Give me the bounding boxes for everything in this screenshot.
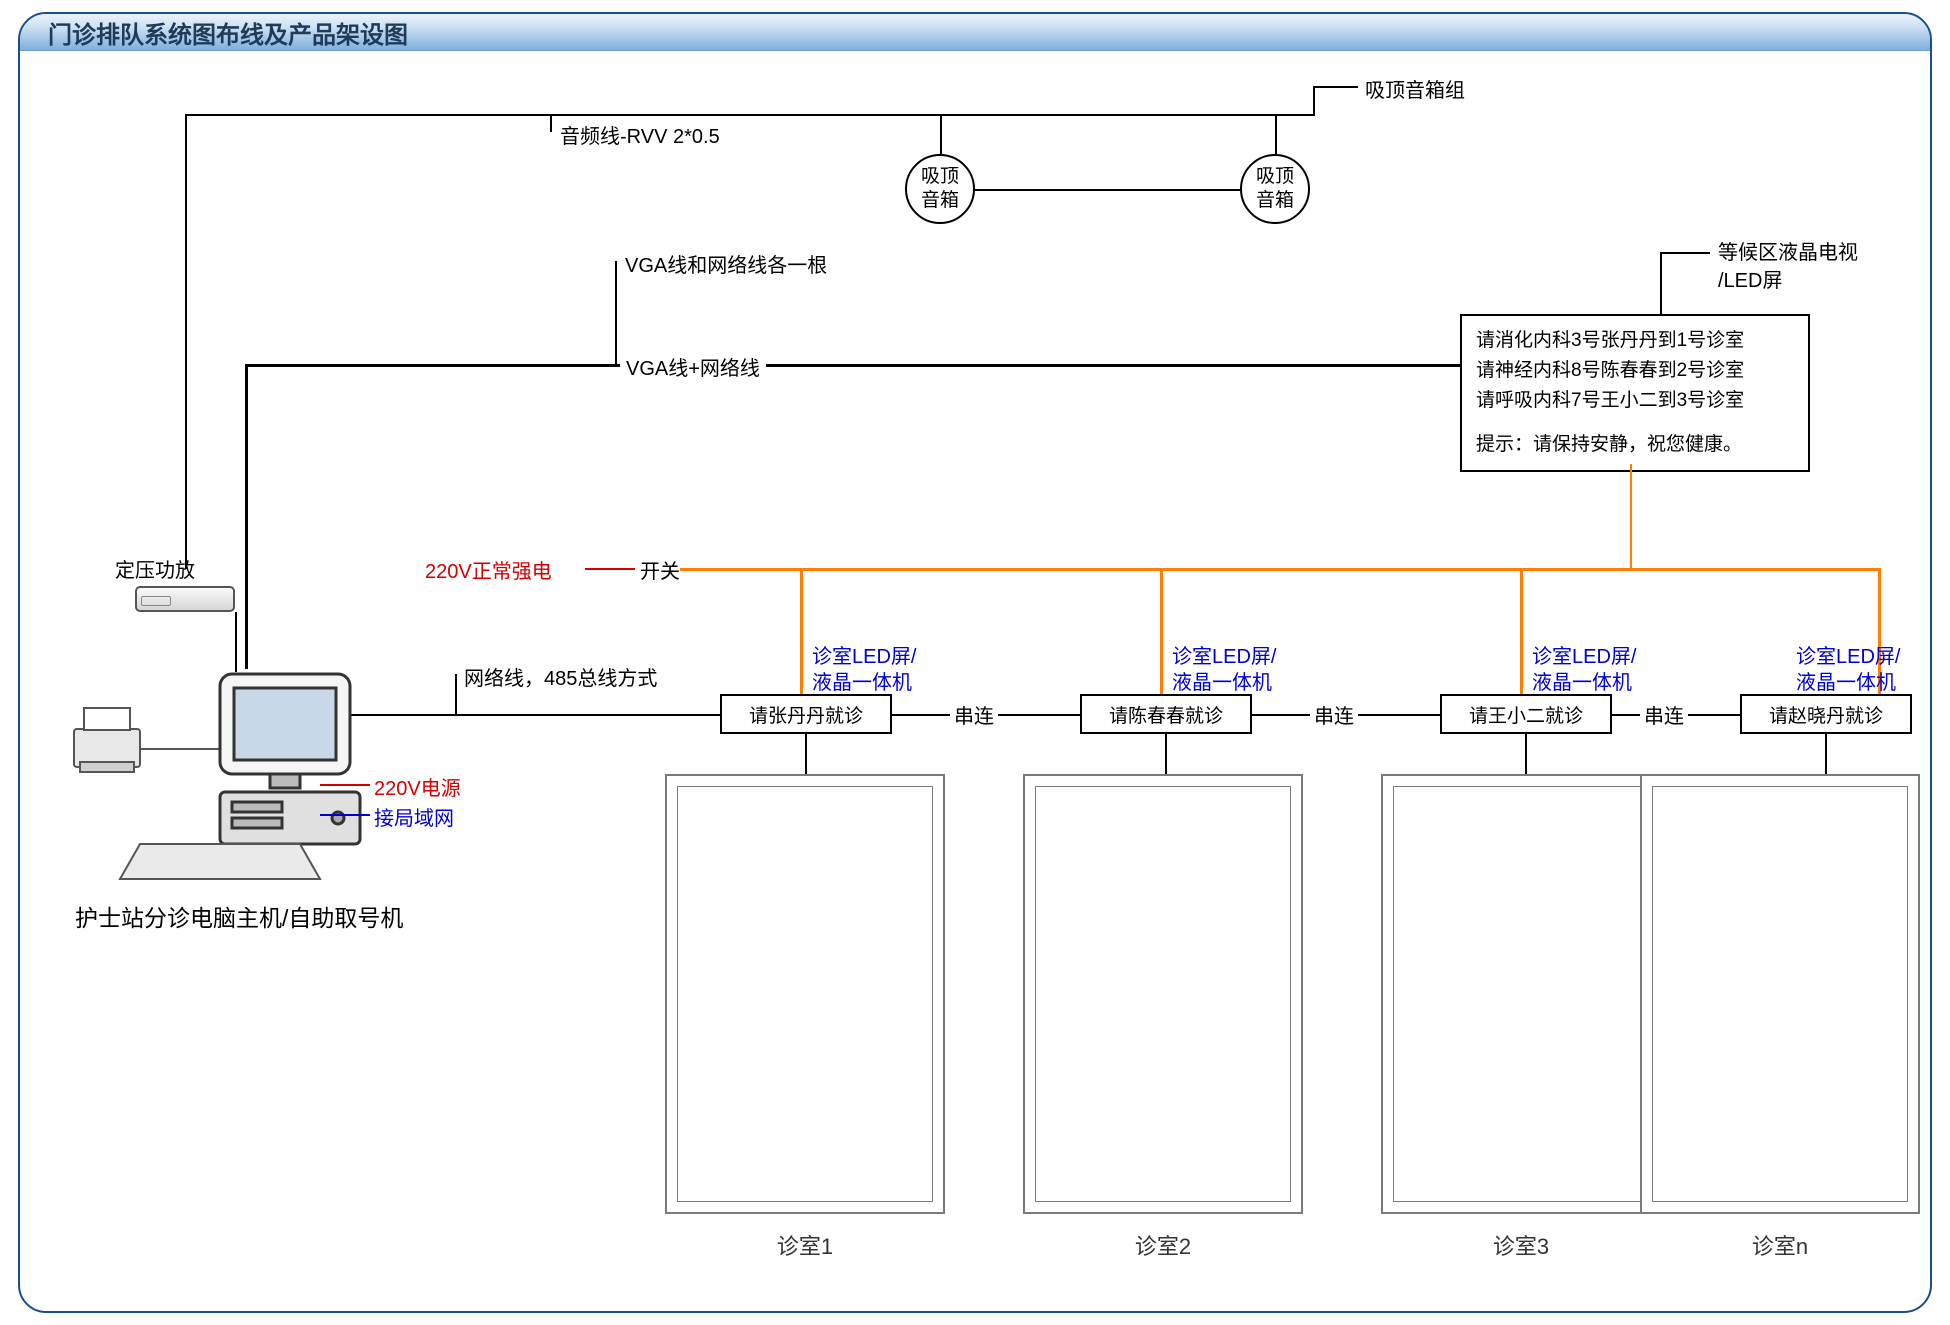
led-room-link-2: [1165, 734, 1167, 774]
tv-msg-2: 请神经内科8号陈春春到2号诊室: [1476, 356, 1794, 386]
vga-each-label: VGA线和网络线各一根: [625, 249, 827, 278]
speaker-drop-1: [940, 114, 942, 154]
speaker-group-leader-v: [1313, 86, 1315, 114]
room-n: [1640, 774, 1920, 1214]
led-unit-label-1: 诊室LED屏/ 液晶一体机: [812, 644, 916, 696]
serial-label-1: 串连: [950, 700, 998, 729]
room-label-3: 诊室3: [1381, 1229, 1661, 1261]
room-led-4: 请赵晓丹就诊: [1740, 694, 1912, 734]
title-bar: 门诊排队系统图布线及产品架设图: [20, 14, 1930, 51]
room-led-2: 请陈春春就诊: [1080, 694, 1252, 734]
led-room-link-1: [805, 734, 807, 774]
led-unit-label-2: 诊室LED屏/ 液晶一体机: [1172, 644, 1276, 696]
power-drop-2: [1160, 568, 1163, 694]
serial-label-3: 串连: [1640, 700, 1688, 729]
tv-to-power-bus: [1630, 464, 1632, 568]
pc-lan-label: 接局域网: [374, 802, 454, 831]
led-unit-label-4: 诊室LED屏/ 液晶一体机: [1796, 644, 1900, 696]
power-red-seg: [585, 568, 635, 570]
pc-power-leg: [320, 784, 370, 786]
room-led-1: 请张丹丹就诊: [720, 694, 892, 734]
amplifier-label: 定压功放: [115, 554, 195, 583]
audio-wire-vertical: [185, 114, 187, 569]
audio-cable-label: 音频线-RVV 2*0.5: [560, 120, 720, 149]
tv-msg-1: 请消化内科3号张丹丹到1号诊室: [1476, 326, 1794, 356]
switch-label: 开关: [640, 555, 680, 584]
room-label-1: 诊室1: [665, 1229, 945, 1261]
vga-wire-vertical: [245, 364, 248, 669]
speaker-group-label: 吸顶音箱组: [1365, 74, 1465, 103]
speaker-group-leader-h: [1313, 86, 1358, 88]
room-2: [1023, 774, 1303, 1214]
room-label-4: 诊室n: [1640, 1229, 1920, 1261]
workstation-icon: [70, 644, 450, 884]
net485-leader: [455, 674, 457, 714]
waiting-tv-screen: 请消化内科3号张丹丹到1号诊室 请神经内科8号陈春春到2号诊室 请呼吸内科7号王…: [1460, 314, 1810, 472]
tv-title-label: 等候区液晶电视 /LED屏: [1718, 239, 1858, 295]
nurse-station-label: 护士站分诊电脑主机/自助取号机: [75, 899, 403, 933]
vga-wire-horizontal: [245, 364, 1605, 367]
tv-tip: 提示：请保持安静，祝您健康。: [1476, 430, 1794, 460]
room-3: [1381, 774, 1661, 1214]
audio-wire-horizontal: [185, 114, 1315, 116]
vga-each-leader: [615, 261, 617, 364]
tv-title-leader-h: [1660, 252, 1710, 254]
ceiling-speaker-2: 吸顶 音箱: [1240, 154, 1310, 224]
room-label-2: 诊室2: [1023, 1229, 1303, 1261]
power-drop-1: [800, 568, 803, 694]
audio-label-leader: [550, 114, 552, 132]
room-1: [665, 774, 945, 1214]
led-unit-label-3: 诊室LED屏/ 液晶一体机: [1532, 644, 1636, 696]
power-drop-3: [1520, 568, 1523, 694]
tv-title-leader-v: [1660, 252, 1662, 314]
speaker-drop-2: [1275, 114, 1277, 154]
pc-power-label: 220V电源: [374, 772, 461, 801]
led-room-link-4: [1825, 734, 1827, 774]
net485-label: 网络线，485总线方式: [464, 662, 657, 691]
page-title: 门诊排队系统图布线及产品架设图: [48, 15, 408, 50]
serial-label-2: 串连: [1310, 700, 1358, 729]
ceiling-speaker-1: 吸顶 音箱: [905, 154, 975, 224]
tv-msg-3: 请呼吸内科7号王小二到3号诊室: [1476, 386, 1794, 416]
amplifier-icon: [135, 586, 235, 612]
speaker-link: [975, 189, 1240, 191]
room-led-3: 请王小二就诊: [1440, 694, 1612, 734]
diagram-frame: 门诊排队系统图布线及产品架设图 音频线-RVV 2*0.5 吸顶音箱组 吸顶 音…: [18, 12, 1932, 1313]
power-label: 220V正常强电: [425, 555, 552, 584]
led-room-link-3: [1525, 734, 1527, 774]
power-bus: [680, 568, 1880, 571]
vga-plus-net-label: VGA线+网络线: [620, 352, 766, 381]
pc-lan-leg: [320, 814, 370, 816]
